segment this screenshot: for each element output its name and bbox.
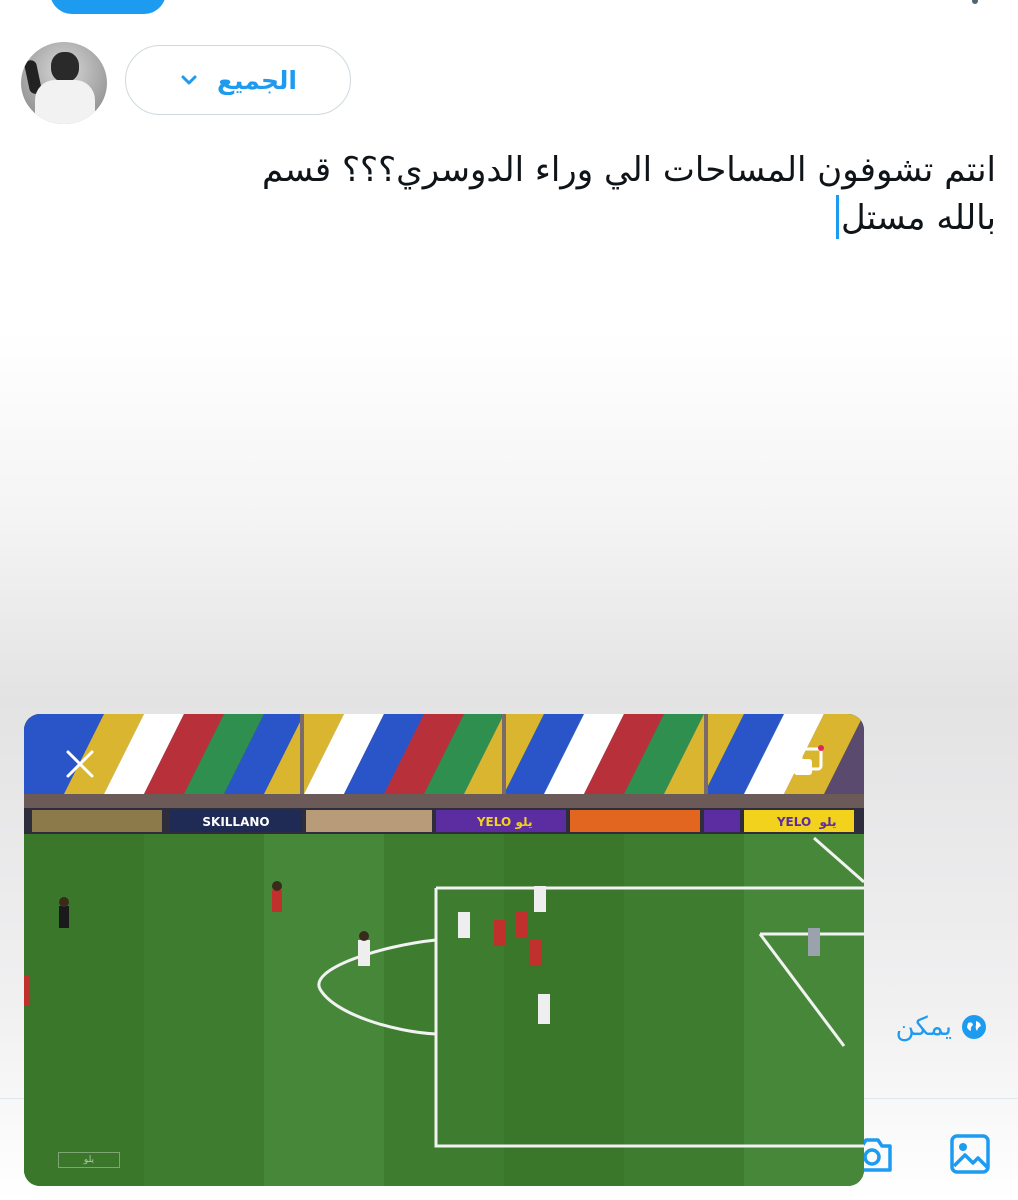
audience-selector-button[interactable]: الجميع (125, 45, 351, 115)
picture-in-picture-icon[interactable] (788, 742, 828, 782)
audience-label: الجميع (216, 65, 298, 95)
image-icon[interactable] (946, 1130, 994, 1178)
reply-setting[interactable]: يمكن (896, 1012, 988, 1042)
ad-board-text: SKILLANO (202, 815, 269, 829)
avatar[interactable] (21, 42, 107, 124)
chevron-down-icon (181, 75, 197, 85)
ad-board-text: يلو (515, 815, 533, 830)
ad-board-text: YELO (776, 815, 811, 829)
stand-seats (24, 714, 864, 798)
ad-board-text: YELO (476, 815, 511, 829)
tweet-text-line: انتم تشوفون المساحات الي وراء الدوسري؟؟؟… (261, 150, 996, 190)
globe-icon (962, 1015, 986, 1039)
ad-board-text: يلو (819, 815, 837, 830)
video-player[interactable]: SKILLANO YELO يلو YELO يلو يلو (24, 714, 864, 1186)
broadcast-watermark: يلو (58, 1152, 120, 1168)
text-caret (835, 195, 839, 239)
video-frame: SKILLANO YELO يلو YELO يلو (24, 714, 864, 1186)
tweet-button-top[interactable] (50, 0, 166, 14)
reply-setting-label: يمكن (895, 1012, 952, 1042)
tweet-text-line-2: بالله مستل (120, 194, 996, 242)
top-indicator (972, 0, 978, 4)
tweet-text-input[interactable]: انتم تشوفون المساحات الي وراء الدوسري؟؟؟… (120, 146, 996, 242)
close-icon[interactable] (60, 744, 100, 784)
tweet-text-line-2-content: بالله مستل (840, 198, 996, 238)
